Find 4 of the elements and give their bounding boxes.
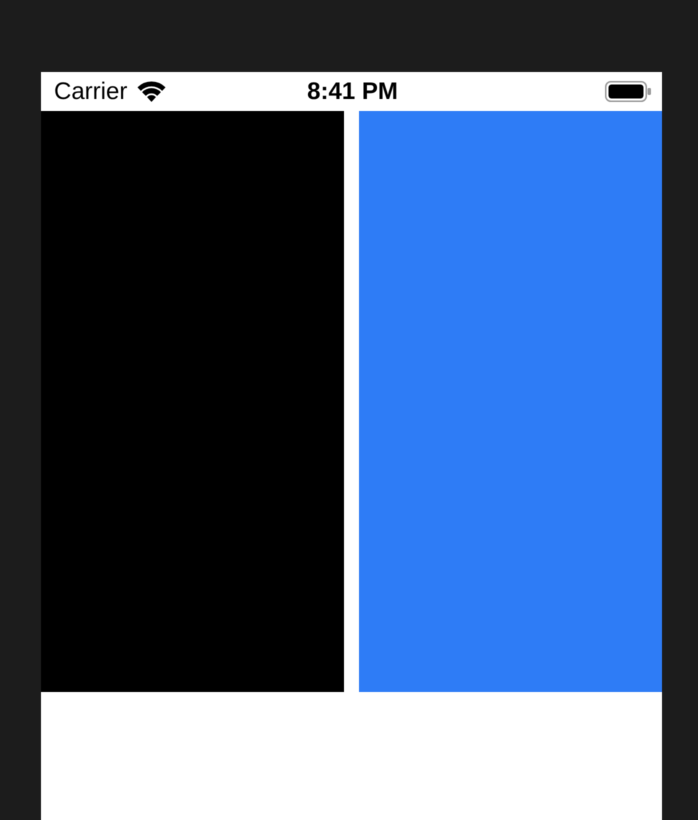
status-time: 8:41 PM [307,80,398,104]
wifi-icon [137,81,166,102]
carrier-label: Carrier [54,80,128,104]
battery-icon [605,81,651,102]
